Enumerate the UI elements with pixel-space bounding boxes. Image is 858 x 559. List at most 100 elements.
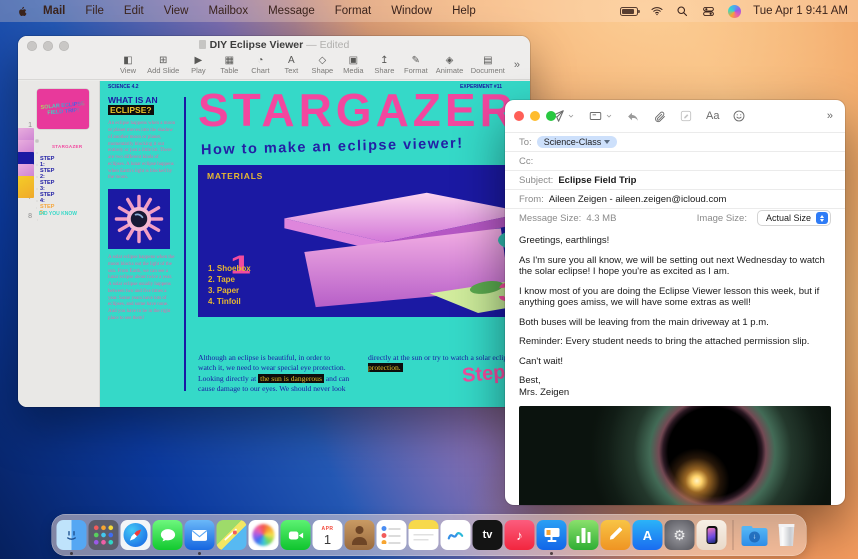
dock-item-photos[interactable] xyxy=(249,520,279,550)
dock-item-downloads[interactable]: ↓ xyxy=(740,520,770,550)
emoji-button[interactable] xyxy=(732,109,746,123)
dock-item-facetime[interactable] xyxy=(281,520,311,550)
chart-button[interactable]: ◔Chart xyxy=(250,55,270,75)
recipient-token[interactable]: Science-Class xyxy=(537,136,618,148)
material-item: 3. Paper xyxy=(208,285,251,296)
reply-indicator-button[interactable] xyxy=(626,110,640,123)
slide-canvas[interactable]: SCIENCE 4.2 EXPERIMENT #11 WHAT IS AN EC… xyxy=(100,81,530,407)
menu-item-view[interactable]: View xyxy=(155,5,198,17)
dock-item-freeform[interactable] xyxy=(441,520,471,550)
dock-separator xyxy=(733,520,734,550)
dock-item-finder[interactable] xyxy=(57,520,87,550)
dock-item-keynote[interactable] xyxy=(537,520,567,550)
dock-item-launchpad[interactable] xyxy=(89,520,119,550)
dock-item-mail[interactable] xyxy=(185,520,215,550)
format-button[interactable]: ✎Format xyxy=(405,55,426,75)
dock-item-iphone-mirroring[interactable] xyxy=(697,520,727,550)
slide-navigator[interactable]: 1 SOLAR ECLIPSE FIELD TRIP! 2 STARGAZER … xyxy=(18,81,100,407)
dock-item-music[interactable]: ♪ xyxy=(505,520,535,550)
dock-item-pages[interactable] xyxy=(601,520,631,550)
edited-label: — Edited xyxy=(306,39,349,51)
slide-thumbnail-1[interactable]: SOLAR ECLIPSE FIELD TRIP! xyxy=(37,89,89,129)
wifi-icon[interactable] xyxy=(650,4,664,18)
subject-field[interactable]: Subject: Eclipse Field Trip xyxy=(505,170,845,189)
dock-item-calendar[interactable]: APR 1 xyxy=(313,520,343,550)
menu-item-message[interactable]: Message xyxy=(259,5,324,17)
dock-item-numbers[interactable] xyxy=(569,520,599,550)
header-fields-icon xyxy=(588,109,603,123)
keynote-toolbar: ◧View ⊞Add Slide ▶Play ▦Table ◔Chart ATe… xyxy=(18,54,530,80)
toolbar-overflow-chevron[interactable]: » xyxy=(827,110,833,122)
app-store-a-icon: A xyxy=(643,528,652,543)
dock-item-maps[interactable] xyxy=(217,520,247,550)
apple-menu[interactable] xyxy=(10,4,32,19)
envelope-icon xyxy=(190,525,210,545)
menu-item-edit[interactable]: Edit xyxy=(115,5,153,17)
document-button[interactable]: ▤Document xyxy=(473,55,503,75)
markup-button[interactable] xyxy=(679,109,693,123)
add-slide-button[interactable]: ⊞Add Slide xyxy=(149,55,177,75)
search-icon[interactable] xyxy=(676,4,690,18)
media-button[interactable]: ▣Media xyxy=(343,55,363,75)
attach-button[interactable] xyxy=(653,110,666,123)
cc-label: Cc: xyxy=(519,156,533,167)
from-value: Aileen Zeigen - aileen.zeigen@icloud.com xyxy=(549,194,727,205)
dock-item-trash[interactable] xyxy=(772,520,802,550)
menu-item-window[interactable]: Window xyxy=(382,5,441,17)
dock-item-contacts[interactable] xyxy=(345,520,375,550)
freeform-wave-icon xyxy=(446,525,466,545)
battery-icon[interactable] xyxy=(620,7,638,16)
play-button[interactable]: ▶Play xyxy=(188,55,208,75)
slide-thumbnail-8[interactable]: DID YOU KNOW xyxy=(37,208,79,220)
view-button[interactable]: ◧View xyxy=(118,55,138,75)
stepper-icon xyxy=(816,212,828,224)
format-button[interactable]: Aa xyxy=(706,110,719,122)
reply-arrow-icon xyxy=(626,110,640,123)
menu-bar-clock[interactable]: Tue Apr 1 9:41 AM xyxy=(753,5,848,17)
calendar-day: 1 xyxy=(324,533,331,547)
zoom-button[interactable] xyxy=(546,111,556,121)
mail-compose-window[interactable]: Aa » To: Science-Class Cc: Subject: Ecli… xyxy=(505,100,845,505)
eclipse-photo-attachment[interactable] xyxy=(519,406,831,505)
image-size-dropdown[interactable]: Actual Size xyxy=(757,210,831,226)
slide-paragraph-2: A solar eclipse happens when the moon bl… xyxy=(108,255,176,323)
siri-icon[interactable] xyxy=(728,5,741,18)
size-row: Message Size: 4.3 MB Image Size: Actual … xyxy=(505,208,845,227)
menu-item-help[interactable]: Help xyxy=(443,5,485,17)
message-size-value: 4.3 MB xyxy=(586,213,616,224)
dock-item-tv[interactable]: tv xyxy=(473,520,503,550)
dock-item-messages[interactable] xyxy=(153,520,183,550)
table-button[interactable]: ▦Table xyxy=(219,55,239,75)
eclipse-sun-icon xyxy=(113,193,165,245)
shape-button[interactable]: ◇Shape xyxy=(312,55,332,75)
apple-logo-icon xyxy=(15,4,28,19)
share-button[interactable]: ↥Share xyxy=(374,55,394,75)
slide-subtitle: How to make an eclipse viewer! xyxy=(201,136,464,159)
menu-item-format[interactable]: Format xyxy=(326,5,380,17)
menu-item-mail[interactable]: Mail xyxy=(34,5,74,17)
dock-item-notes[interactable] xyxy=(409,520,439,550)
dock-item-safari[interactable] xyxy=(121,520,151,550)
paperclip-icon xyxy=(653,110,666,123)
gear-icon: ⚙ xyxy=(673,527,686,544)
toolbar-overflow-chevron[interactable]: » xyxy=(514,55,520,75)
from-field[interactable]: From: Aileen Zeigen - aileen.zeigen@iclo… xyxy=(505,189,845,208)
to-field[interactable]: To: Science-Class xyxy=(505,132,845,151)
dock-item-reminders[interactable] xyxy=(377,520,407,550)
text-button[interactable]: AText xyxy=(281,55,301,75)
body-paragraph: Both buses will be leaving from the main… xyxy=(519,317,831,329)
body-paragraph: I know most of you are doing the Eclipse… xyxy=(519,286,831,309)
control-center-icon[interactable] xyxy=(702,4,716,18)
minimize-button[interactable] xyxy=(530,111,540,121)
dock-item-system-settings[interactable]: ⚙ xyxy=(665,520,695,550)
menu-item-file[interactable]: File xyxy=(76,5,113,17)
animate-button[interactable]: ◈Animate xyxy=(437,55,461,75)
slide-course-label: SCIENCE 4.2 xyxy=(108,84,139,90)
keynote-window[interactable]: DIY Eclipse Viewer — Edited ◧View ⊞Add S… xyxy=(18,36,530,407)
menu-item-mailbox[interactable]: Mailbox xyxy=(199,5,257,17)
dock-item-app-store[interactable]: A xyxy=(633,520,663,550)
message-body-editor[interactable]: Greetings, earthlings! As I'm sure you a… xyxy=(505,227,845,398)
close-button[interactable] xyxy=(514,111,524,121)
cc-field[interactable]: Cc: xyxy=(505,151,845,170)
header-fields-button[interactable] xyxy=(588,109,613,123)
